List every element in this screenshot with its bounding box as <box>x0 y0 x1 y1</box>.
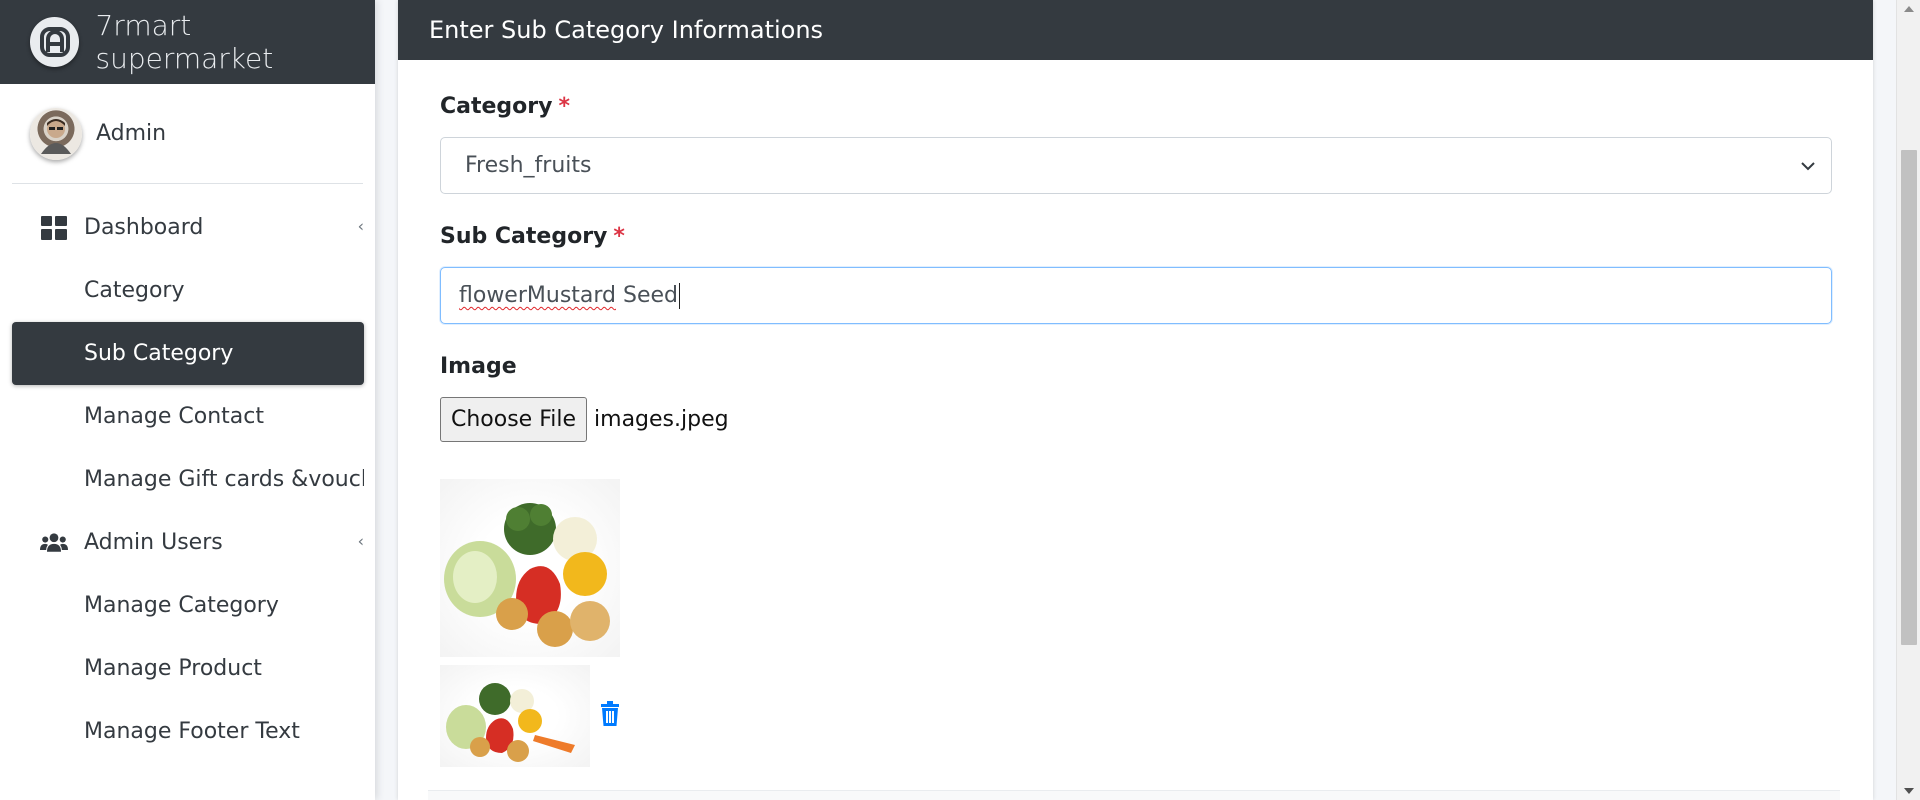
subcategory-form-card: Enter Sub Category Informations Category… <box>398 0 1873 800</box>
sidebar-item-sub-category[interactable]: Sub Category <box>12 322 364 385</box>
brand-logo-icon <box>30 17 80 67</box>
required-mark: * <box>613 224 625 249</box>
users-icon <box>40 529 68 557</box>
sidebar: 7rmart supermarket Admin Dashboard ‹ Cat… <box>0 0 375 800</box>
card-title: Enter Sub Category Informations <box>398 0 1873 60</box>
vegetables-thumbnail-image <box>446 683 575 762</box>
sidebar-item-manage-footer-text[interactable]: Manage Footer Text <box>12 700 364 763</box>
trash-icon <box>601 701 619 726</box>
sidebar-item-label: Sub Category <box>84 341 234 366</box>
page-scrollbar[interactable] <box>1896 0 1920 800</box>
app-root: 7rmart supermarket Admin Dashboard ‹ Cat… <box>0 0 1920 800</box>
sidebar-item-label: Dashboard <box>84 215 204 240</box>
sidebar-item-label: Admin Users <box>84 530 223 555</box>
sidebar-nav: Dashboard ‹ Category Sub Category Manage… <box>0 196 375 763</box>
brand-link[interactable]: 7rmart supermarket <box>0 0 375 84</box>
image-preview <box>440 479 620 657</box>
subcategory-input[interactable]: flowerMustard Seed <box>440 267 1832 324</box>
subcategory-group: Sub Category * flowerMustard Seed <box>440 224 1832 324</box>
file-input[interactable]: Choose File images.jpeg <box>440 397 1831 442</box>
category-group: Category * Fresh_fruits <box>440 94 1832 194</box>
subcategory-label: Sub Category * <box>440 224 625 249</box>
scroll-down-arrow-icon[interactable] <box>1897 782 1920 800</box>
user-name: Admin <box>96 121 167 146</box>
sidebar-item-admin-users[interactable]: Admin Users ‹ <box>12 511 364 574</box>
sidebar-item-manage-contact[interactable]: Manage Contact <box>12 385 364 448</box>
file-name: images.jpeg <box>594 407 729 432</box>
dashboard-icon <box>40 214 68 242</box>
form-body: Category * Fresh_fruits Sub Category * flo… <box>398 94 1873 442</box>
form-footer-strip <box>428 790 1840 800</box>
chevron-left-icon: ‹ <box>357 531 364 551</box>
category-selected-value: Fresh_fruits <box>465 153 592 178</box>
avatar <box>30 107 82 160</box>
user-panel[interactable]: Admin <box>12 84 363 184</box>
brand-name: 7rmart supermarket <box>95 9 274 75</box>
sidebar-item-manage-product[interactable]: Manage Product <box>12 637 364 700</box>
sidebar-item-label: Manage Gift cards &voucher <box>84 467 364 492</box>
sidebar-item-label: Manage Product <box>84 656 262 681</box>
choose-file-button[interactable]: Choose File <box>440 397 588 442</box>
sidebar-item-category[interactable]: Category <box>12 259 364 322</box>
sidebar-item-label: Manage Category <box>84 593 279 618</box>
sidebar-item-label: Category <box>84 278 185 303</box>
sidebar-item-gift-cards[interactable]: Manage Gift cards &voucher <box>12 448 364 511</box>
image-thumbnail <box>440 665 590 767</box>
scrollbar-thumb[interactable] <box>1901 150 1917 645</box>
image-label: Image <box>440 354 517 379</box>
required-mark: * <box>558 94 570 119</box>
chevron-down-icon <box>1801 161 1815 170</box>
category-select[interactable]: Fresh_fruits <box>440 137 1832 194</box>
text-caret <box>679 282 681 309</box>
subcategory-input-misspelled: flowerMustard <box>459 283 617 308</box>
sidebar-item-label: Manage Footer Text <box>84 719 300 744</box>
image-group: Image Choose File images.jpeg <box>440 354 1831 442</box>
sidebar-item-dashboard[interactable]: Dashboard ‹ <box>12 196 364 259</box>
subcategory-input-rest: Seed <box>616 283 679 308</box>
category-label: Category * <box>440 94 570 119</box>
sidebar-item-label: Manage Contact <box>84 404 264 429</box>
delete-image-button[interactable] <box>596 700 624 728</box>
chevron-left-icon: ‹ <box>357 216 364 236</box>
sidebar-item-manage-category[interactable]: Manage Category <box>12 574 364 637</box>
vegetables-image <box>444 503 610 647</box>
scroll-up-arrow-icon[interactable] <box>1897 0 1920 18</box>
